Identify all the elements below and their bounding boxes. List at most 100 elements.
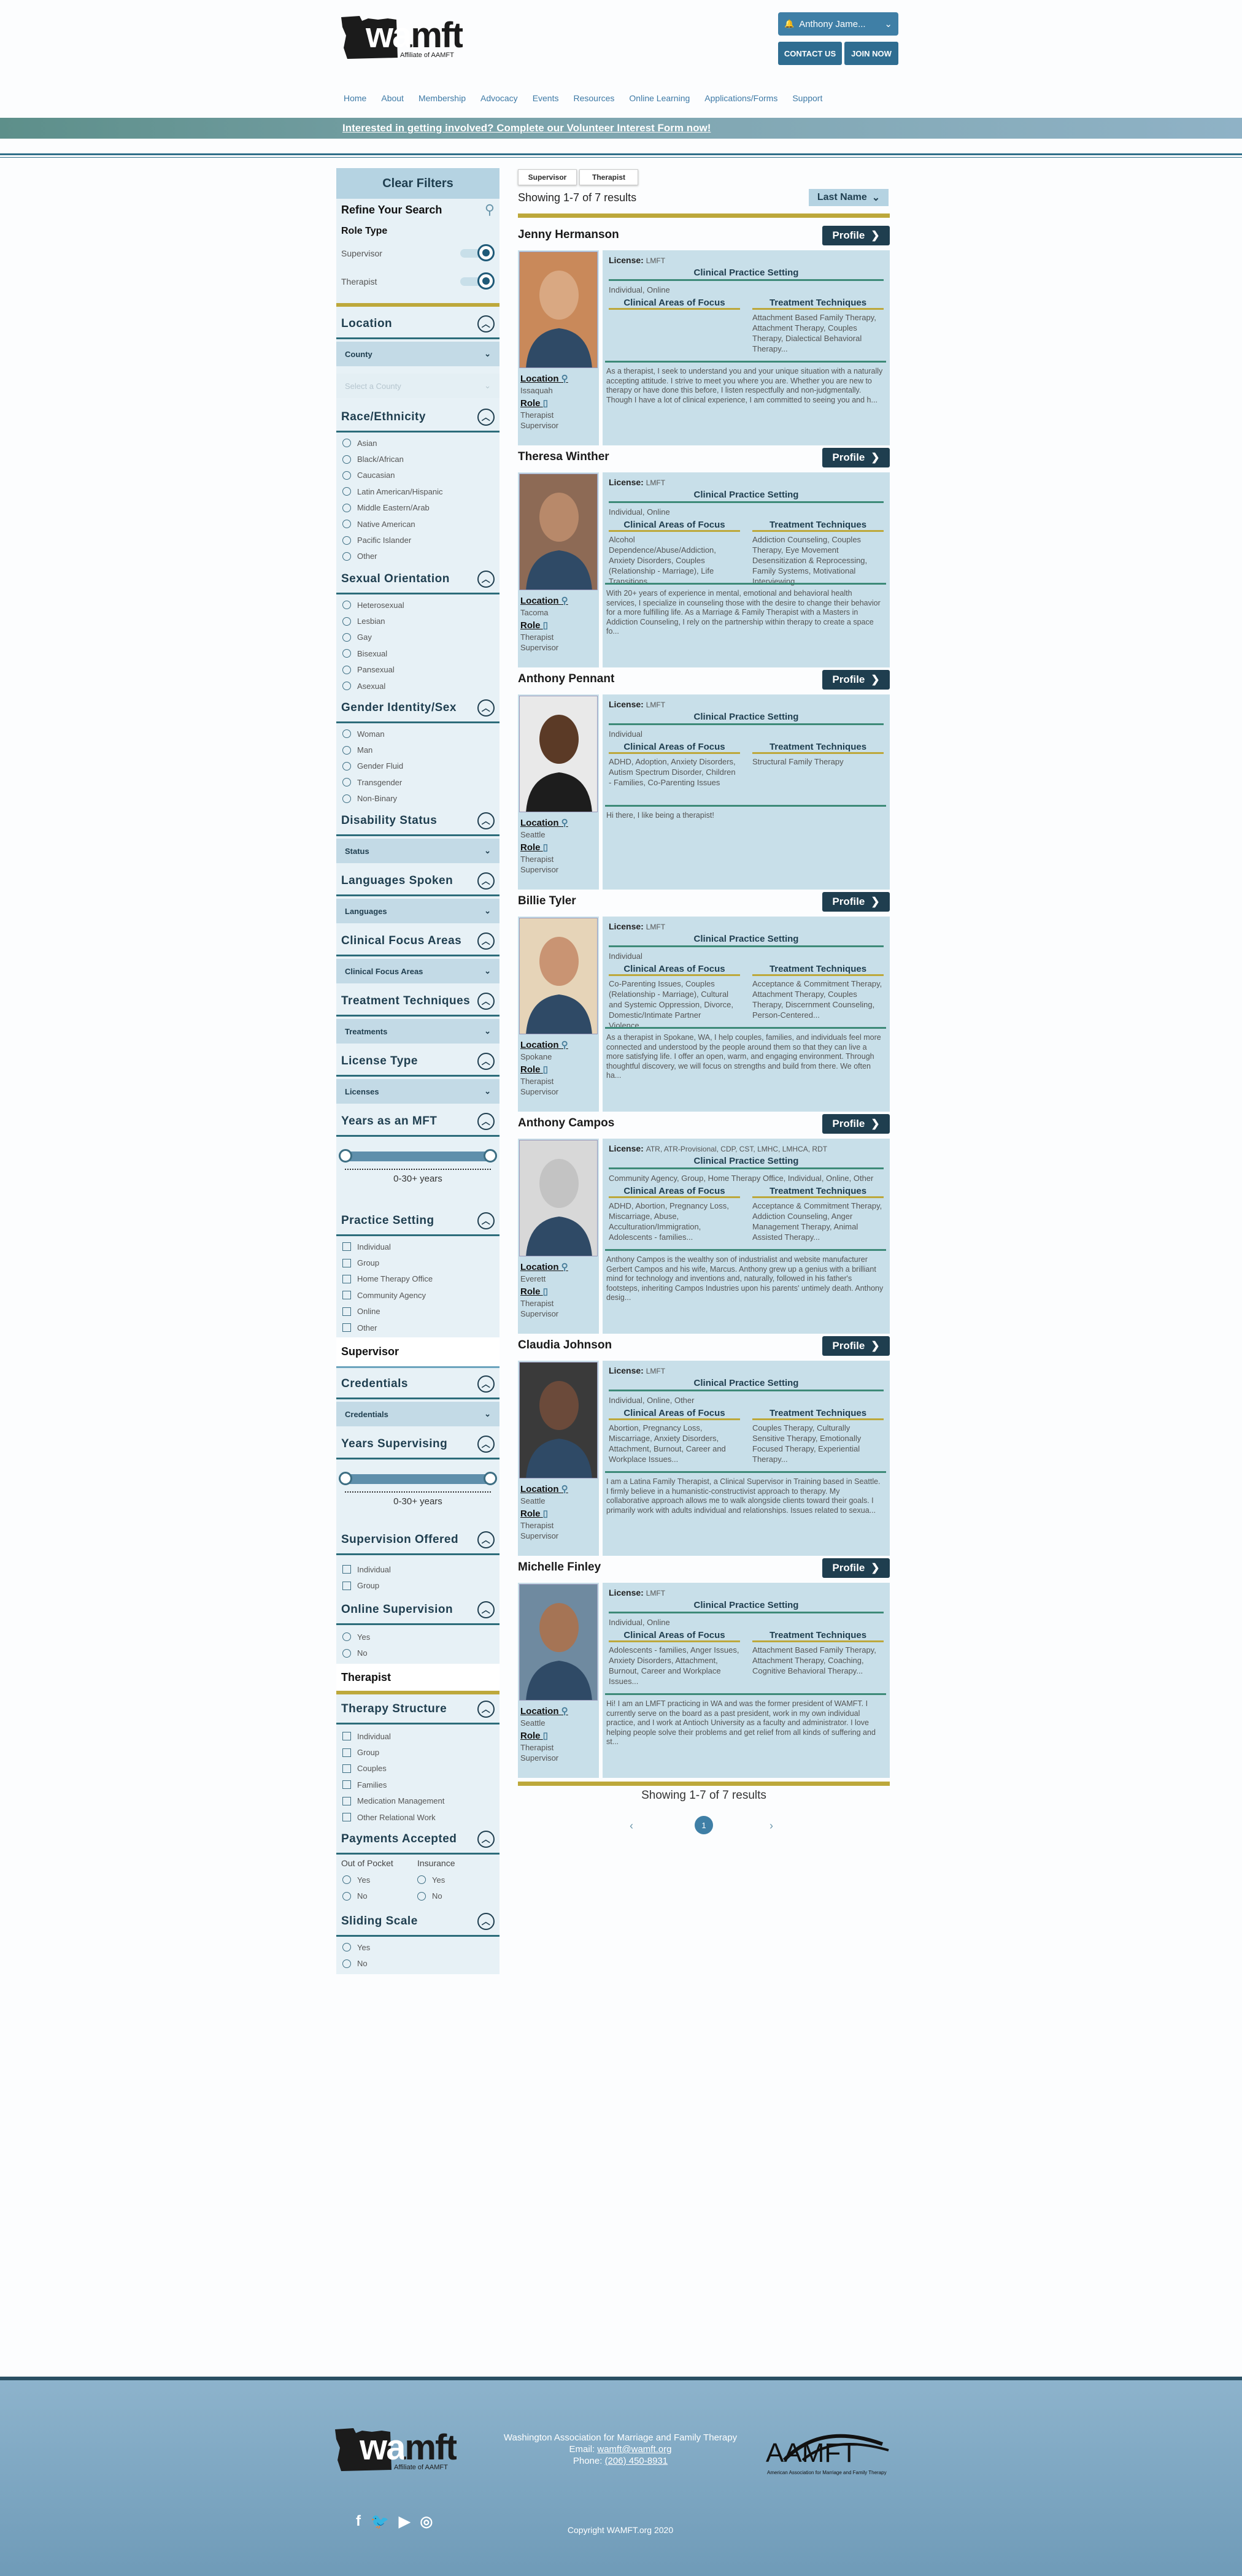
orientation-option[interactable]: Heterosexual xyxy=(336,597,500,613)
footer-phone-link[interactable]: (206) 450-8931 xyxy=(605,2456,668,2466)
page-1-button[interactable]: 1 xyxy=(695,1816,713,1834)
years-mft-header[interactable]: Years as an MFT ︿ xyxy=(336,1108,500,1135)
therapist-name[interactable]: Anthony Campos xyxy=(518,1117,614,1130)
gender-filter-header[interactable]: Gender Identity/Sex ︿ xyxy=(336,694,500,721)
nav-resources[interactable]: Resources xyxy=(574,93,615,108)
aamft-logo[interactable]: AAMFT American Association for Marriage … xyxy=(766,2426,907,2482)
sliding-option[interactable]: Yes xyxy=(336,1939,500,1955)
instagram-icon[interactable]: ◎ xyxy=(420,2513,433,2531)
focus-select[interactable]: Clinical Focus Areas ⌄ xyxy=(336,959,500,983)
licenses-select[interactable]: Licenses ⌄ xyxy=(336,1079,500,1104)
years-slider[interactable]: 0-30+ years xyxy=(336,1137,500,1187)
footer-email-link[interactable]: wamft@wamft.org xyxy=(597,2444,671,2455)
orientation-option[interactable]: Asexual xyxy=(336,678,500,694)
structure-option[interactable]: Families xyxy=(336,1777,500,1793)
languages-select[interactable]: Languages ⌄ xyxy=(336,899,500,923)
therapist-photo[interactable] xyxy=(519,1362,598,1478)
treatments-select[interactable]: Treatments ⌄ xyxy=(336,1019,500,1044)
prev-page-icon[interactable]: ‹ xyxy=(630,1820,633,1832)
tab-supervisor[interactable]: Supervisor xyxy=(518,169,577,185)
race-option[interactable]: Native American xyxy=(336,516,500,532)
gender-option[interactable]: Gender Fluid xyxy=(336,758,500,774)
techniques-filter-header[interactable]: Treatment Techniques ︿ xyxy=(336,988,500,1015)
race-option[interactable]: Middle Eastern/Arab xyxy=(336,500,500,516)
supervisor-toggle[interactable] xyxy=(460,244,495,261)
profile-button[interactable]: Profile ❯ xyxy=(822,226,890,245)
therapy-structure-header[interactable]: Therapy Structure ︿ xyxy=(336,1696,500,1723)
supervision-offered-header[interactable]: Supervision Offered ︿ xyxy=(336,1526,500,1553)
practice-option[interactable]: Home Therapy Office xyxy=(336,1271,500,1287)
footer-logo[interactable]: wamft Affiliate of AAMFT xyxy=(335,2427,482,2477)
credentials-filter-header[interactable]: Credentials ︿ xyxy=(336,1371,500,1398)
volunteer-form-link[interactable]: Interested in getting involved? Complete… xyxy=(342,122,711,134)
profile-button[interactable]: Profile ❯ xyxy=(822,670,890,690)
twitter-icon[interactable]: 🐦 xyxy=(371,2513,389,2531)
profile-button[interactable]: Profile ❯ xyxy=(822,1336,890,1356)
online-supervision-header[interactable]: Online Supervision ︿ xyxy=(336,1596,500,1623)
therapist-photo[interactable] xyxy=(519,252,598,368)
race-option[interactable]: Pacific Islander xyxy=(336,532,500,548)
race-option[interactable]: Latin American/Hispanic xyxy=(336,483,500,499)
sliding-option[interactable]: No xyxy=(336,1955,500,1971)
therapist-photo[interactable] xyxy=(519,1584,598,1701)
nav-membership[interactable]: Membership xyxy=(418,93,466,108)
orientation-option[interactable]: Pansexual xyxy=(336,662,500,678)
nav-home[interactable]: Home xyxy=(344,93,366,108)
orientation-option[interactable]: Bisexual xyxy=(336,645,500,661)
race-filter-header[interactable]: Race/Ethnicity ︿ xyxy=(336,404,500,431)
focus-filter-header[interactable]: Clinical Focus Areas ︿ xyxy=(336,928,500,955)
profile-button[interactable]: Profile ❯ xyxy=(822,892,890,912)
payments-header[interactable]: Payments Accepted ︿ xyxy=(336,1826,500,1853)
race-option[interactable]: Black/African xyxy=(336,451,500,467)
structure-option[interactable]: Medication Management xyxy=(336,1793,500,1809)
race-option[interactable]: Caucasian xyxy=(336,467,500,483)
therapist-name[interactable]: Anthony Pennant xyxy=(518,672,614,686)
therapist-name[interactable]: Theresa Winther xyxy=(518,450,609,464)
youtube-icon[interactable]: ▶ xyxy=(399,2513,410,2531)
credentials-select[interactable]: Credentials ⌄ xyxy=(336,1402,500,1426)
insurance-option[interactable]: No xyxy=(417,1888,455,1904)
languages-filter-header[interactable]: Languages Spoken ︿ xyxy=(336,867,500,894)
disability-filter-header[interactable]: Disability Status ︿ xyxy=(336,807,500,834)
practice-option[interactable]: Online xyxy=(336,1304,500,1320)
therapist-photo[interactable] xyxy=(519,474,598,590)
orientation-option[interactable]: Lesbian xyxy=(336,613,500,629)
nav-support[interactable]: Support xyxy=(792,93,822,108)
therapist-name[interactable]: Billie Tyler xyxy=(518,894,576,908)
contact-us-button[interactable]: CONTACT US xyxy=(778,42,842,65)
user-menu-button[interactable]: 🔔 Anthony Jame... ⌄ xyxy=(778,12,898,36)
nav-about[interactable]: About xyxy=(381,93,404,108)
orientation-filter-header[interactable]: Sexual Orientation ︿ xyxy=(336,566,500,593)
therapist-name[interactable]: Michelle Finley xyxy=(518,1561,601,1574)
gender-option[interactable]: Man xyxy=(336,742,500,758)
therapist-name[interactable]: Claudia Johnson xyxy=(518,1339,612,1352)
tab-therapist[interactable]: Therapist xyxy=(579,169,638,185)
structure-option[interactable]: Other Relational Work xyxy=(336,1809,500,1825)
nav-applications-forms[interactable]: Applications/Forms xyxy=(704,93,777,108)
county-input[interactable]: Select a County ⌄ xyxy=(336,374,500,398)
gender-option[interactable]: Woman xyxy=(336,726,500,742)
structure-option[interactable]: Group xyxy=(336,1744,500,1760)
sort-select[interactable]: Last Name ⌄ xyxy=(809,189,889,206)
supervision-option[interactable]: Group xyxy=(336,1577,500,1593)
structure-option[interactable]: Couples xyxy=(336,1761,500,1777)
profile-button[interactable]: Profile ❯ xyxy=(822,1114,890,1134)
practice-option[interactable]: Other xyxy=(336,1320,500,1336)
practice-option[interactable]: Community Agency xyxy=(336,1287,500,1303)
profile-button[interactable]: Profile ❯ xyxy=(822,1558,890,1578)
oop-option[interactable]: Yes xyxy=(336,1872,417,1888)
race-option[interactable]: Asian xyxy=(336,435,500,451)
join-now-button[interactable]: JOIN NOW xyxy=(844,42,898,65)
clear-filters-button[interactable]: Clear Filters xyxy=(336,168,500,199)
next-page-icon[interactable]: › xyxy=(770,1820,773,1832)
therapist-name[interactable]: Jenny Hermanson xyxy=(518,228,619,242)
supervision-option[interactable]: Individual xyxy=(336,1561,500,1577)
status-select[interactable]: Status ⌄ xyxy=(336,839,500,863)
location-filter-header[interactable]: Location ︿ xyxy=(336,310,500,337)
oop-option[interactable]: No xyxy=(336,1888,417,1904)
license-filter-header[interactable]: License Type ︿ xyxy=(336,1048,500,1075)
gender-option[interactable]: Non-Binary xyxy=(336,791,500,807)
race-option[interactable]: Other xyxy=(336,548,500,564)
nav-online-learning[interactable]: Online Learning xyxy=(629,93,690,108)
online-sup-option[interactable]: Yes xyxy=(336,1629,500,1645)
